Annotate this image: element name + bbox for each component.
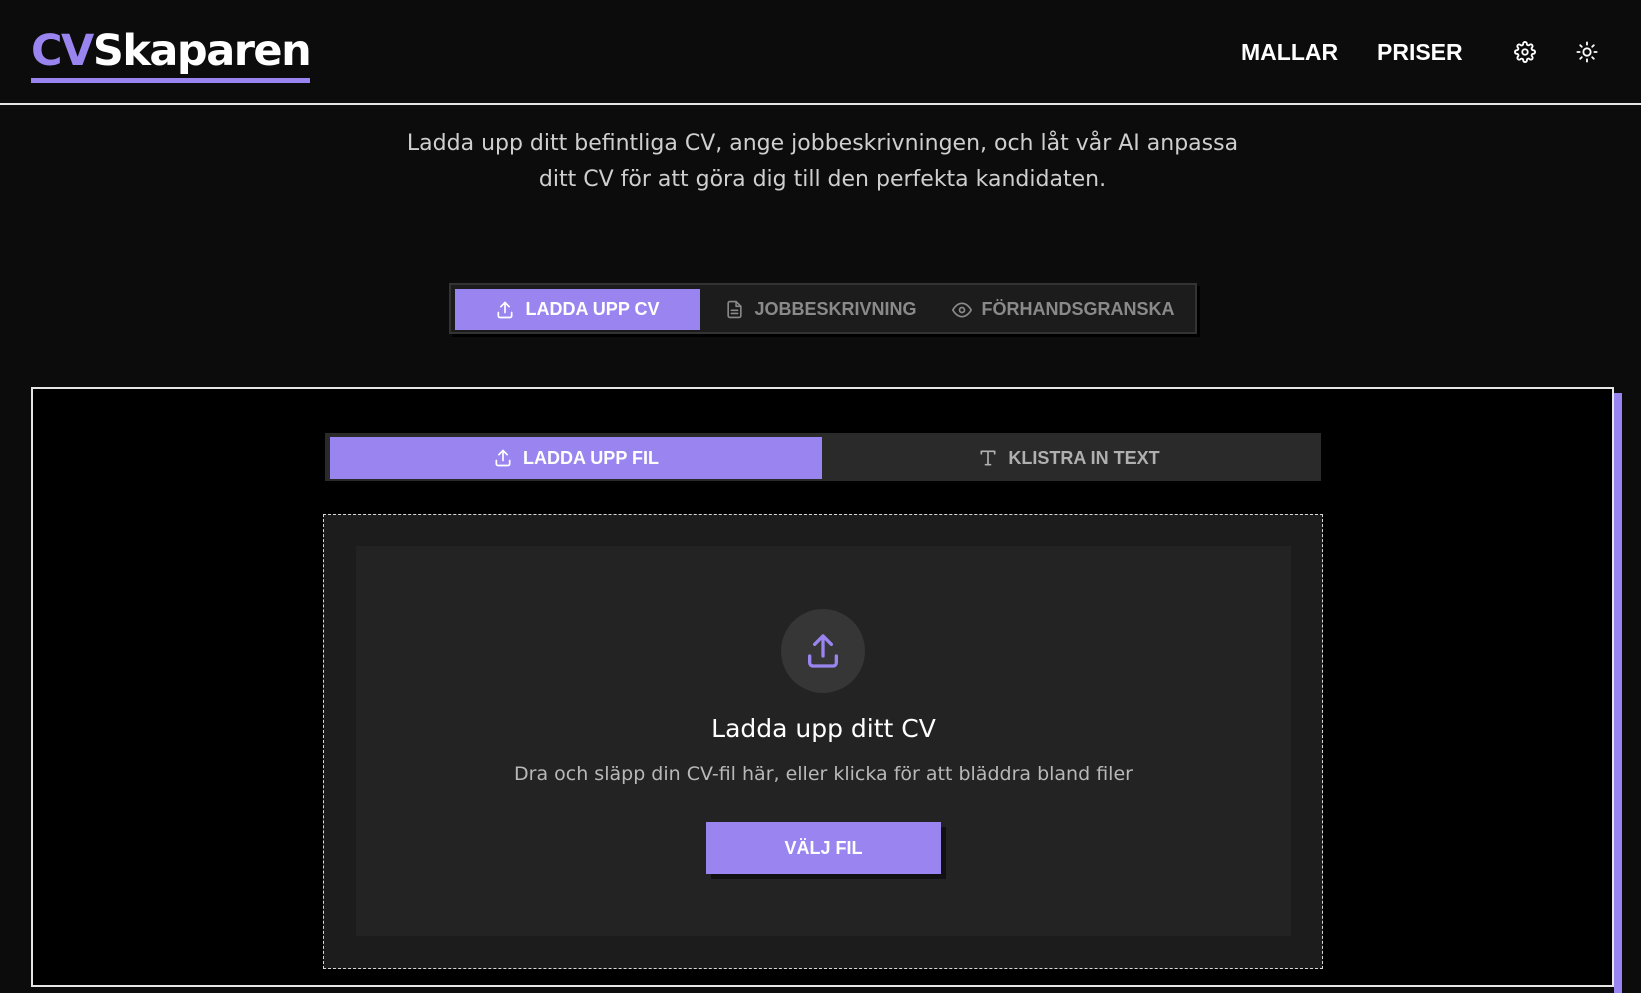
- intro-line-2: ditt CV för att göra dig till den perfek…: [538, 167, 1107, 192]
- choose-file-button[interactable]: VÄLJ FIL: [706, 822, 941, 874]
- top-header: CVSkaparen MALLAR PRISER: [0, 0, 1641, 105]
- main-tabs: LADDA UPP CV JOBBESKRIVNING FÖRHANDSGRAN…: [449, 283, 1197, 334]
- tab-upload-file[interactable]: LADDA UPP FIL: [330, 437, 822, 479]
- settings-icon[interactable]: [1511, 38, 1539, 66]
- logo-accent: CV: [31, 26, 94, 76]
- file-dropzone[interactable]: Ladda upp ditt CV Dra och släpp din CV-f…: [323, 514, 1323, 969]
- logo[interactable]: CVSkaparen: [31, 26, 312, 83]
- nav-link-mallar[interactable]: MALLAR: [1241, 36, 1338, 68]
- intro-text: Ladda upp ditt befintliga CV, ange jobbe…: [370, 126, 1275, 198]
- panel-shadow-accent: [1614, 393, 1622, 993]
- upload-mode-tabs: LADDA UPP FIL KLISTRA IN TEXT: [325, 433, 1321, 481]
- tab-upload-file-label: LADDA UPP FIL: [522, 447, 659, 468]
- tab-preview[interactable]: FÖRHANDSGRANSKA: [951, 289, 1175, 330]
- intro-line-1: Ladda upp ditt befintliga CV, ange jobbe…: [406, 131, 1239, 156]
- sun-icon[interactable]: [1573, 38, 1601, 66]
- tab-paste-text[interactable]: KLISTRA IN TEXT: [822, 437, 1316, 479]
- dropzone-subtitle: Dra och släpp din CV-fil här, eller klic…: [514, 763, 1133, 785]
- tab-upload-cv-label: LADDA UPP CV: [525, 299, 660, 319]
- nav-link-priser[interactable]: PRISER: [1377, 36, 1463, 68]
- dropzone-inner: Ladda upp ditt CV Dra och släpp din CV-f…: [356, 546, 1291, 936]
- tab-upload-cv[interactable]: LADDA UPP CV: [455, 289, 700, 330]
- document-icon: [725, 300, 744, 319]
- upload-icon: [781, 609, 865, 693]
- tab-job-description[interactable]: JOBBESKRIVNING: [721, 289, 921, 330]
- tab-job-description-label: JOBBESKRIVNING: [754, 299, 917, 319]
- eye-icon: [951, 300, 972, 320]
- tab-paste-text-label: KLISTRA IN TEXT: [1008, 447, 1160, 468]
- logo-text: Skaparen: [92, 26, 312, 76]
- tab-preview-label: FÖRHANDSGRANSKA: [981, 299, 1175, 319]
- dropzone-title: Ladda upp ditt CV: [711, 714, 936, 743]
- text-icon: [978, 448, 998, 468]
- upload-icon: [493, 448, 513, 468]
- upload-icon: [495, 300, 515, 320]
